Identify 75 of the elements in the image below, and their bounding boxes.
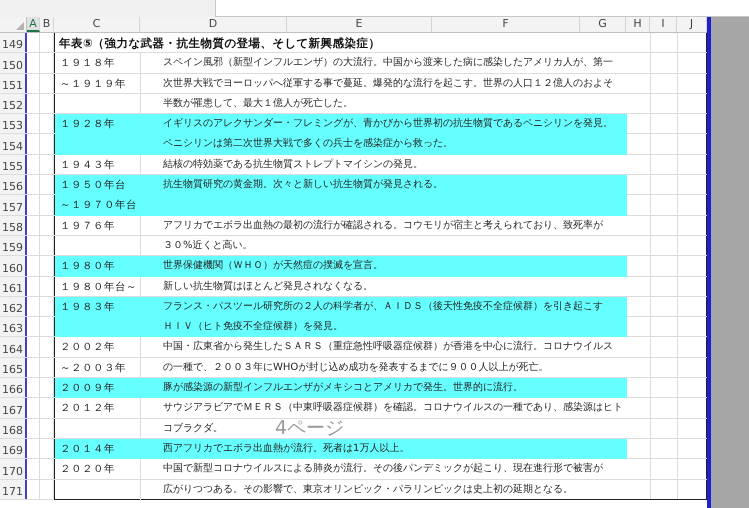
event-cell-text: 次世界大戦でヨーロッパへ従軍する事で蔓延。爆発的な流行を起こす。世界の人口１２億人のおよそ: [162, 76, 613, 91]
row-header[interactable]: 158: [0, 216, 27, 235]
row-header[interactable]: 150: [0, 53, 27, 73]
year-cell-text: １９８０年: [59, 259, 116, 274]
event-cell-text: ＨＩＶ（ヒト免疫不全症候群）を発見。: [162, 320, 343, 334]
column-header[interactable]: B: [40, 17, 54, 32]
year-cell-text: ～１９１９年: [59, 76, 127, 92]
year-cell-text: ～１９７０年台: [59, 198, 138, 214]
row-header[interactable]: 154: [0, 134, 27, 154]
year-cell-text: １９４３年: [59, 158, 116, 173]
row-header[interactable]: 170: [0, 459, 27, 479]
section-title: 年表⑤（強力な武器・抗生物質の登場、そして新興感染症）: [58, 35, 382, 52]
row-header[interactable]: 164: [0, 337, 27, 357]
row-header[interactable]: 162: [0, 296, 27, 316]
row-header[interactable]: 163: [0, 317, 27, 336]
formula-bar[interactable]: [215, 0, 749, 17]
event-cell-text: ３０%近くと高い。: [162, 238, 253, 253]
row-header[interactable]: 156: [0, 175, 27, 194]
column-header[interactable]: D: [140, 17, 287, 32]
event-cell-text: アフリカでエボラ出血熱の最初の流行が確認される。コウモリが宿主と考えられており、致死率が: [162, 218, 603, 233]
event-cell-text: 中国・広東省から発生したＳＡＲＳ（重症急性呼吸器症候群）が香港を中心に流行。コロナウイルス: [162, 340, 613, 354]
column-header[interactable]: G: [580, 17, 626, 32]
corner-triangle-icon: [16, 22, 24, 30]
year-cell-text: １９８０年台～: [59, 280, 138, 295]
year-cell-text: ２０１４年: [59, 442, 116, 457]
event-cell-text: コブラクダ。: [162, 422, 223, 436]
row-header[interactable]: 161: [0, 276, 27, 296]
event-cell-text: 中国で新型コロナウイルスによる肺炎が流行。その後パンデミックが起こり、現在進行形で被害が: [162, 462, 603, 476]
event-cell-text: 豚が感染源の新型インフルエンザがメキシコとアメリカで発生。世界的に流行。: [162, 380, 523, 396]
year-cell-text: １９８３年: [59, 300, 116, 315]
event-cell-text: の一種で、２００３年にWHOが封じ込め成功を発表するまでに９００人以上が死亡。: [162, 360, 548, 375]
year-cell-text: ２０２０年: [59, 462, 116, 478]
year-cell-text: ２０１２年: [59, 401, 116, 416]
column-header[interactable]: J: [677, 17, 707, 32]
row-header[interactable]: 165: [0, 358, 27, 378]
column-header[interactable]: E: [287, 17, 432, 32]
year-cell-text: １９１８年: [59, 56, 116, 72]
event-cell-text: スペイン風邪（新型インフルエンザ）の大流行。中国から渡来した病に感染したアメリカ人が、第一: [162, 56, 613, 70]
column-header[interactable]: H: [626, 17, 650, 32]
event-cell-text: フランス・パスツール研究所の２人の科学者が、ＡＩＤＳ（後天性免疫不全症候群）を引き起こす: [162, 300, 603, 314]
event-cell-text: 広がりつつある。その影響で、東京オリンピック・パラリンピックは史上初の延期となる。: [162, 482, 573, 497]
event-cell-text: 西アフリカでエボラ出血熱が流行。死者は1万人以上。: [162, 442, 410, 456]
row-header[interactable]: 155: [0, 154, 27, 174]
row-header[interactable]: 153: [0, 114, 27, 134]
event-cell-text: ペニシリンは第二次世界大戦で多くの兵士を感染症から救った。: [162, 136, 453, 152]
column-header[interactable]: F: [432, 17, 580, 32]
column-header[interactable]: A: [27, 17, 40, 32]
row-header[interactable]: 166: [0, 378, 27, 398]
select-all-corner[interactable]: [0, 17, 27, 32]
year-cell-text: ２００９年: [59, 381, 116, 396]
year-cell-text: １９２８年: [59, 117, 116, 132]
event-cell-text: イギリスのアレクサンダー・フレミングが、青かびから世界初の抗生物質であるペニシリンを発見。: [162, 116, 613, 132]
year-cell-text: ２００２年: [59, 340, 116, 356]
column-header[interactable]: I: [650, 17, 677, 32]
column-header[interactable]: C: [54, 17, 140, 32]
event-cell-text: サウジアラビアでＭＥＲＳ（中東呼吸器症候群）を確認。コロナウイルスの一種であり、感染源はヒト: [162, 400, 623, 416]
event-cell-text: 新しい抗生物質はほとんど発見されなくなる。: [162, 280, 373, 294]
row-header[interactable]: 169: [0, 438, 27, 458]
row-header[interactable]: 159: [0, 236, 27, 256]
event-cell-text: 抗生物質研究の黄金期。次々と新しい抗生物質が発見される。: [162, 178, 443, 192]
row-header[interactable]: 151: [0, 74, 27, 93]
row-header[interactable]: 149: [0, 33, 27, 52]
row-header[interactable]: 160: [0, 256, 27, 276]
row-header[interactable]: 168: [0, 418, 27, 438]
row-header[interactable]: 152: [0, 94, 27, 114]
year-cell-text: １９７６年: [59, 218, 116, 234]
row-header[interactable]: 157: [0, 195, 27, 215]
year-cell-text: ～２００３年: [59, 360, 127, 376]
row-header[interactable]: 167: [0, 398, 27, 418]
row-header[interactable]: 171: [0, 480, 27, 499]
event-cell-text: 結核の特効薬である抗生物質ストレプトマイシンの発見。: [162, 158, 423, 172]
year-cell-text: １９５０年台: [59, 178, 127, 194]
event-cell-text: 半数が罹患して、最大１億人が死亡した。: [162, 96, 353, 111]
event-cell-text: 世界保健機関（ＷＨＯ）が天然痘の撲滅を宣言。: [162, 258, 383, 274]
page-number-label: 4ページ: [275, 419, 344, 438]
